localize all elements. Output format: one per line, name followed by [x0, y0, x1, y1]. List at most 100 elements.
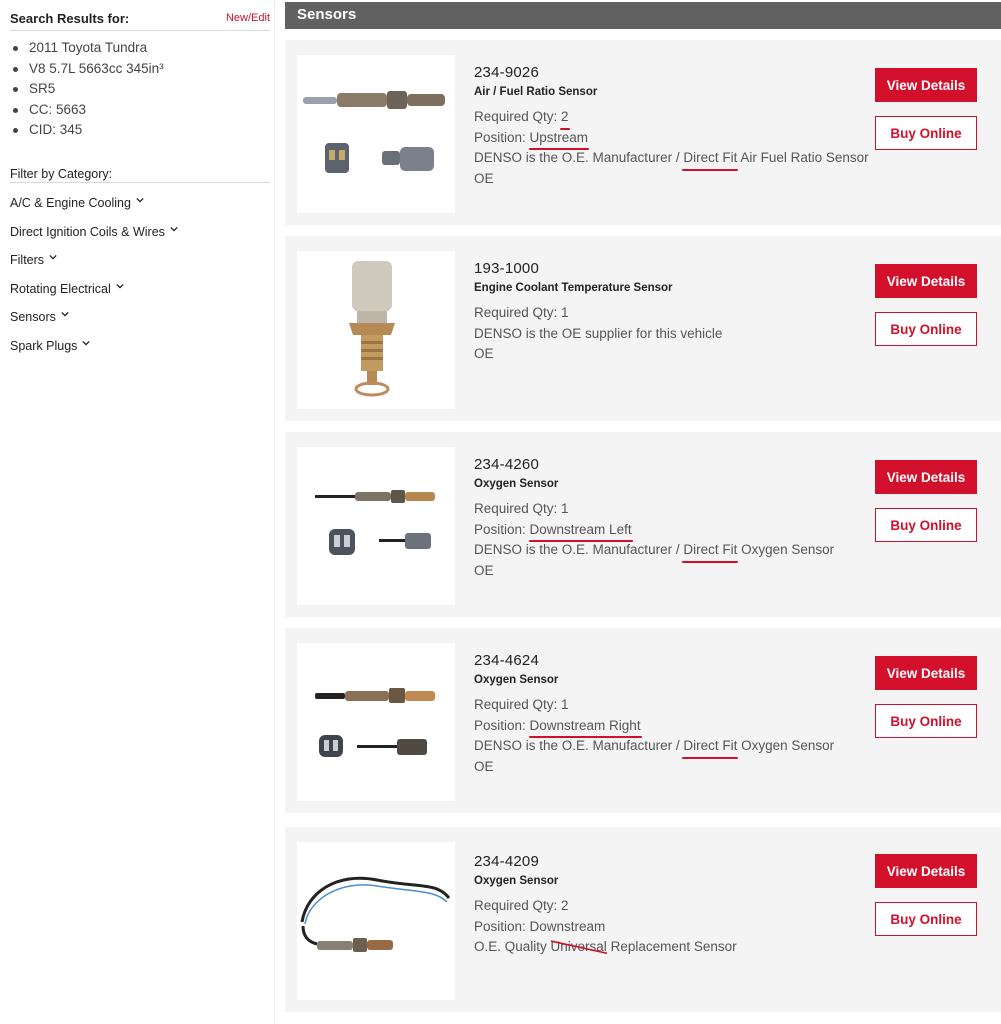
position: Position: Downstream [474, 918, 606, 934]
part-number[interactable]: 234-4624 [474, 652, 834, 674]
product-info: 234-4209 Oxygen Sensor Required Qty: 2 P… [474, 853, 737, 958]
product-info: 193-1000 Engine Coolant Temperature Sens… [474, 260, 722, 365]
view-details-button[interactable]: View Details [875, 854, 977, 888]
buy-online-button[interactable]: Buy Online [875, 508, 977, 542]
section-title: Sensors [297, 6, 357, 23]
position: Position: Upstream [474, 128, 869, 150]
sidebar: Search Results for: New/Edit 2011 Toyota… [0, 0, 272, 1024]
quality-note: O.E. Quality Universal Replacement Senso… [474, 937, 737, 958]
product-image[interactable] [297, 842, 455, 1000]
vehicle-list-item: 2011 Toyota Tundra [10, 38, 164, 59]
product-info: 234-4624 Oxygen Sensor Required Qty: 1 P… [474, 652, 834, 777]
product-info: 234-9026 Air / Fuel Ratio Sensor Require… [474, 64, 869, 189]
chevron-down-icon [116, 283, 124, 289]
category-ac-engine-cooling[interactable]: A/C & Engine Cooling [10, 196, 178, 225]
bullet-icon [13, 66, 18, 72]
bullet-icon [13, 107, 18, 113]
chevron-down-icon [82, 340, 91, 346]
vehicle-list-item: V8 5.7L 5663cc 345in³ [10, 59, 164, 80]
required-qty: Required Qty: 1 [474, 305, 569, 320]
chevron-down-icon [170, 226, 178, 232]
buy-online-button[interactable]: Buy Online [875, 312, 977, 346]
vehicle-list: 2011 Toyota Tundra V8 5.7L 5663cc 345in³… [10, 38, 164, 141]
product-image[interactable] [297, 251, 455, 409]
oe-label: OE [474, 758, 494, 774]
supplier-note: DENSO is the OE supplier for this vehicl… [474, 325, 723, 341]
vehicle-list-item: CC: 5663 [10, 100, 164, 121]
chevron-down-icon [136, 197, 144, 203]
bullet-icon [13, 46, 18, 51]
category-sensors[interactable]: Sensors [10, 310, 178, 339]
category-filters[interactable]: Filters [10, 253, 178, 282]
required-qty: Required Qty: 1 [474, 501, 569, 516]
buy-online-button[interactable]: Buy Online [875, 704, 977, 738]
supplier-note: DENSO is the O.E. Manufacturer / Direct … [474, 736, 834, 758]
filter-category-header: Filter by Category: [10, 165, 270, 183]
part-number[interactable]: 234-9026 [474, 64, 869, 86]
oe-label: OE [474, 170, 494, 186]
fit-type: Direct Fit [682, 148, 739, 170]
product-card: 234-9026 Air / Fuel Ratio Sensor Require… [285, 40, 1001, 225]
required-qty: Required Qty: 2 [474, 107, 869, 129]
product-image[interactable] [297, 55, 455, 213]
air-fuel-sensor-image [303, 91, 445, 173]
position: Position: Downstream Right [474, 716, 834, 738]
filter-category-label: Filter by Category: [10, 167, 113, 181]
product-card: 234-4260 Oxygen Sensor Required Qty: 1 P… [285, 432, 1001, 617]
product-image[interactable] [297, 447, 455, 605]
results-main: Sensors 234-9026 Air / Fuel Ratio Sensor… [285, 0, 1001, 1024]
oxygen-sensor-image [300, 876, 451, 952]
position: Position: Downstream Left [474, 520, 834, 542]
product-card: 234-4624 Oxygen Sensor Required Qty: 1 P… [285, 628, 1001, 813]
oe-label: OE [474, 562, 494, 578]
oxygen-sensor-image [315, 688, 435, 757]
supplier-note: DENSO is the O.E. Manufacturer / Direct … [474, 540, 834, 562]
part-name: Air / Fuel Ratio Sensor [474, 86, 598, 98]
product-info: 234-4260 Oxygen Sensor Required Qty: 1 P… [474, 456, 834, 581]
category-list: A/C & Engine Cooling Direct Ignition Coi… [10, 196, 178, 367]
view-details-button[interactable]: View Details [875, 460, 977, 494]
supplier-note: DENSO is the O.E. Manufacturer / Direct … [474, 148, 869, 170]
fit-type: Direct Fit [682, 736, 739, 758]
part-name: Oxygen Sensor [474, 478, 559, 490]
required-qty: Required Qty: 2 [474, 898, 569, 913]
chevron-down-icon [49, 254, 57, 260]
qty-value: 2 [560, 107, 570, 129]
part-number[interactable]: 193-1000 [474, 260, 722, 282]
category-direct-ignition-coils-wires[interactable]: Direct Ignition Coils & Wires [10, 225, 178, 254]
position-value: Downstream Right [528, 716, 642, 738]
part-name: Engine Coolant Temperature Sensor [474, 282, 673, 294]
required-qty: Required Qty: 1 [474, 697, 569, 712]
struck-word: Universal [550, 937, 607, 958]
product-card: 193-1000 Engine Coolant Temperature Sens… [285, 236, 1001, 421]
position-value: Downstream Left [528, 520, 633, 542]
bullet-icon [13, 87, 18, 92]
product-image[interactable] [297, 643, 455, 801]
part-number[interactable]: 234-4260 [474, 456, 834, 478]
chevron-down-icon [61, 311, 69, 317]
vehicle-list-item: CID: 345 [10, 120, 164, 141]
section-header: Sensors [285, 2, 1001, 29]
part-name: Oxygen Sensor [474, 875, 559, 887]
buy-online-button[interactable]: Buy Online [875, 902, 977, 936]
buy-online-button[interactable]: Buy Online [875, 116, 977, 150]
search-results-label: Search Results for: [10, 11, 130, 26]
vehicle-list-item: SR5 [10, 79, 164, 100]
view-details-button[interactable]: View Details [875, 68, 977, 102]
part-name: Oxygen Sensor [474, 674, 559, 686]
oxygen-sensor-image [315, 490, 435, 555]
sidebar-divider [274, 0, 275, 1024]
view-details-button[interactable]: View Details [875, 656, 977, 690]
oe-label: OE [474, 346, 494, 361]
category-spark-plugs[interactable]: Spark Plugs [10, 339, 178, 368]
product-card: 234-4209 Oxygen Sensor Required Qty: 2 P… [285, 827, 1001, 1012]
strike-icon [550, 940, 607, 955]
position-value: Upstream [528, 128, 589, 150]
search-results-header: Search Results for: New/Edit [10, 10, 270, 31]
fit-type: Direct Fit [682, 540, 739, 562]
new-edit-link[interactable]: New/Edit [226, 12, 270, 24]
coolant-sensor-image [349, 261, 395, 397]
view-details-button[interactable]: View Details [875, 264, 977, 298]
part-number[interactable]: 234-4209 [474, 853, 737, 875]
category-rotating-electrical[interactable]: Rotating Electrical [10, 282, 178, 311]
